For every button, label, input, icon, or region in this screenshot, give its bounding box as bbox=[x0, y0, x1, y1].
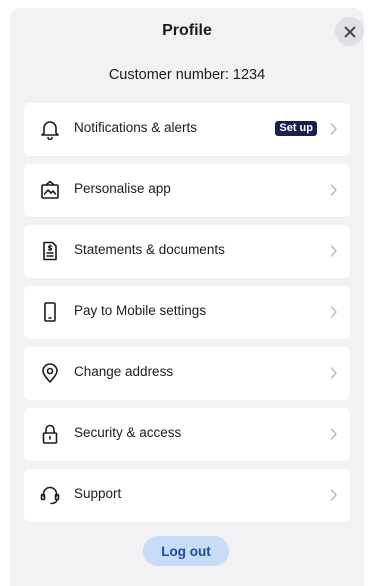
header: Profile bbox=[10, 8, 364, 56]
menu-item-label: Support bbox=[74, 486, 122, 501]
location-pin-icon bbox=[38, 361, 62, 385]
chevron-right-icon bbox=[330, 305, 338, 319]
menu-item-security[interactable]: Security & access bbox=[24, 408, 350, 461]
menu-item-label: Change address bbox=[74, 364, 174, 379]
page-title: Profile bbox=[162, 22, 212, 39]
setup-badge: Set up bbox=[275, 121, 317, 136]
bell-icon bbox=[38, 117, 62, 141]
profile-sheet: Profile Customer number: 1234 Notificati… bbox=[10, 8, 364, 586]
menu-item-pay-to-mobile[interactable]: Pay to Mobile settings bbox=[24, 286, 350, 339]
menu-item-notifications[interactable]: Notifications & alerts Set up bbox=[24, 103, 350, 156]
menu-item-change-address[interactable]: Change address bbox=[24, 347, 350, 400]
headset-icon bbox=[38, 483, 62, 507]
close-button[interactable] bbox=[335, 17, 364, 46]
logout-button[interactable]: Log out bbox=[143, 536, 229, 566]
chevron-right-icon bbox=[330, 122, 338, 136]
personalise-icon bbox=[38, 178, 62, 202]
menu-item-statements[interactable]: Statements & documents bbox=[24, 225, 350, 278]
menu-item-label: Notifications & alerts bbox=[74, 120, 198, 135]
menu-item-label: Pay to Mobile settings bbox=[74, 303, 207, 318]
chevron-right-icon bbox=[330, 488, 338, 502]
close-icon bbox=[344, 26, 356, 38]
menu-item-label: Security & access bbox=[74, 425, 182, 440]
menu-item-support[interactable]: Support bbox=[24, 469, 350, 522]
mobile-phone-icon bbox=[38, 300, 62, 324]
chevron-right-icon bbox=[330, 427, 338, 441]
menu-item-personalise[interactable]: Personalise app bbox=[24, 164, 350, 217]
chevron-right-icon bbox=[330, 366, 338, 380]
customer-number: Customer number: 1234 bbox=[108, 67, 266, 83]
document-icon bbox=[38, 239, 62, 263]
menu-item-label: Statements & documents bbox=[74, 242, 225, 257]
lock-icon bbox=[38, 422, 62, 446]
menu-item-label: Personalise app bbox=[74, 181, 171, 196]
chevron-right-icon bbox=[330, 183, 338, 197]
chevron-right-icon bbox=[330, 244, 338, 258]
